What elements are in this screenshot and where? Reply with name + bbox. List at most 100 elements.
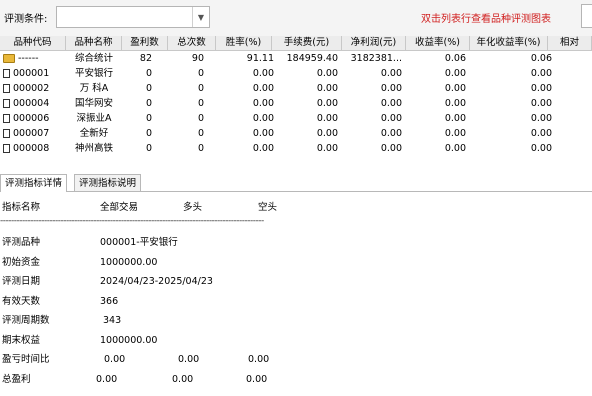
table-header: 品种代码 品种名称 盈利数 总次数 胜率(%) 手续费(元) 净利润(元) 收益率(%) 年化收… [0,36,592,51]
column-header[interactable]: 收益率(%) [406,36,470,50]
report-value: 343 [103,315,122,326]
cell-ret: 0.00 [444,113,466,124]
cell-ret: 0.00 [444,98,466,109]
cell-annual: 0.00 [530,83,552,94]
cell-net: 0.00 [380,68,402,79]
table-row[interactable]: 000008 神州高铁 0 0 0.00 0.00 0.00 0.00 0.00 [0,141,592,156]
column-header[interactable]: 年化收益率(%) [470,36,548,50]
toolbar: 评测条件: ▼ 双击列表行查看品种评测图表 [0,0,592,37]
tab-metric-details[interactable]: 评测指标详情 [0,174,68,192]
column-header[interactable]: 品种代码 [0,36,66,50]
report-row: 评测品种 000001-平安银行 [0,235,592,251]
report-label: 评测品种 [2,237,41,248]
document-icon [3,129,10,138]
report-value: 1000000.00 [100,256,158,268]
tab-metric-description[interactable]: 评测指标说明 [74,174,142,191]
cell-annual: 0.00 [530,143,552,154]
column-header[interactable]: 相对 [548,36,592,50]
stock-code: 000006 [3,111,67,126]
cell-ret: 0.06 [444,53,466,64]
cell-total: 90 [191,53,204,64]
report-row: 总盈利 0.00 0.00 0.00 [0,372,592,388]
cell-total: 0 [197,83,204,94]
cell-ret: 0.00 [444,143,466,154]
condition-dropdown[interactable]: ▼ [56,6,210,28]
column-header[interactable]: 品种名称 [66,36,122,50]
report-value: 0.00 [96,373,118,385]
cell-win: 91.11 [246,53,274,64]
tab-bar: 评测指标详情 评测指标说明 [0,171,592,192]
corner-button[interactable] [581,4,592,28]
document-icon [3,99,10,108]
stock-code: ------ [3,51,67,66]
column-header[interactable]: 手续费(元) [272,36,342,50]
chevron-down-icon[interactable]: ▼ [192,7,209,27]
table-row[interactable]: 000006 深振业A 0 0 0.00 0.00 0.00 0.00 0.00 [0,111,592,126]
cell-fee: 0.00 [316,113,338,124]
report-value: 0.00 [178,354,200,365]
cell-fee: 0.00 [316,98,338,109]
cell-profit: 82 [139,53,152,64]
cell-profit: 0 [145,68,152,79]
cell-win: 0.00 [252,128,274,139]
column-header[interactable]: 总次数 [168,36,216,50]
cell-fee: 0.00 [316,68,338,79]
report-value: 0.00 [172,373,194,385]
table-row[interactable]: 000001 平安银行 0 0 0.00 0.00 0.00 0.00 0.00 [0,66,592,81]
cell-fee: 0.00 [316,128,338,139]
cell-profit: 0 [145,143,152,154]
report-row: 盈亏时间比 0.00 0.00 0.00 [0,352,592,368]
column-header[interactable]: 胜率(%) [216,36,272,50]
document-icon [3,69,10,78]
cell-net: 0.00 [380,128,402,139]
document-icon [3,84,10,93]
report-header-all: 全部交易 [100,202,139,213]
cell-profit: 0 [145,98,152,109]
table-row[interactable]: 000004 国华网安 0 0 0.00 0.00 0.00 0.00 0.00 [0,96,592,111]
report-label: 盈亏时间比 [2,354,50,365]
report-header-short: 空头 [258,202,278,213]
report-value: 1000000.00 [100,334,158,346]
stock-code-text: 000007 [13,128,50,139]
table-row[interactable]: 000002 万 科A 0 0 0.00 0.00 0.00 0.00 0.00 [0,81,592,96]
table-row[interactable]: 000007 全新好 0 0 0.00 0.00 0.00 0.00 0.00 [0,126,592,141]
cell-net: 0.00 [380,83,402,94]
cell-net: 3182381... [350,53,402,64]
report-value: 000001-平安银行 [100,237,178,248]
report-value: 0.00 [246,373,268,385]
column-header[interactable]: 净利润(元) [342,36,406,50]
report-value: 2024/04/23-2025/04/23 [100,276,213,287]
cell-annual: 0.00 [530,113,552,124]
cell-net: 0.00 [380,113,402,124]
cell-fee: 184959.40 [286,53,338,64]
cell-annual: 0.00 [530,128,552,139]
report-label: 初始资金 [2,256,41,268]
cell-profit: 0 [145,113,152,124]
cell-ret: 0.00 [444,83,466,94]
report-row: 有效天数 366 [0,294,592,310]
cell-annual: 0.00 [530,68,552,79]
report-row: 期末权益 1000000.00 [0,333,592,349]
report-label: 期末权益 [2,334,41,346]
cell-ret: 0.00 [444,128,466,139]
results-table[interactable]: ------ 综合统计 82 90 91.11 184959.40 3182381... 0.… [0,51,592,163]
stock-code-text: ------ [18,53,39,64]
column-header[interactable]: 盈利数 [122,36,168,50]
table-row[interactable]: ------ 综合统计 82 90 91.11 184959.40 3182381... 0.… [0,51,592,66]
report-header-long: 多头 [183,202,203,213]
document-icon [3,144,10,153]
report-row: 评测日期 2024/04/23-2025/04/23 [0,274,592,290]
report-row: 评测周期数 343 [0,313,592,329]
stock-code-text: 000008 [13,143,50,154]
report-value: 0.00 [248,354,270,365]
cell-total: 0 [197,68,204,79]
stock-code-text: 000002 [13,83,50,94]
cell-win: 0.00 [252,83,274,94]
cell-total: 0 [197,128,204,139]
cell-net: 0.00 [380,98,402,109]
report-label: 评测周期数 [2,315,50,326]
cell-total: 0 [197,143,204,154]
report-label: 有效天数 [2,295,41,307]
stock-code-text: 000001 [13,68,50,79]
cell-net: 0.00 [380,143,402,154]
